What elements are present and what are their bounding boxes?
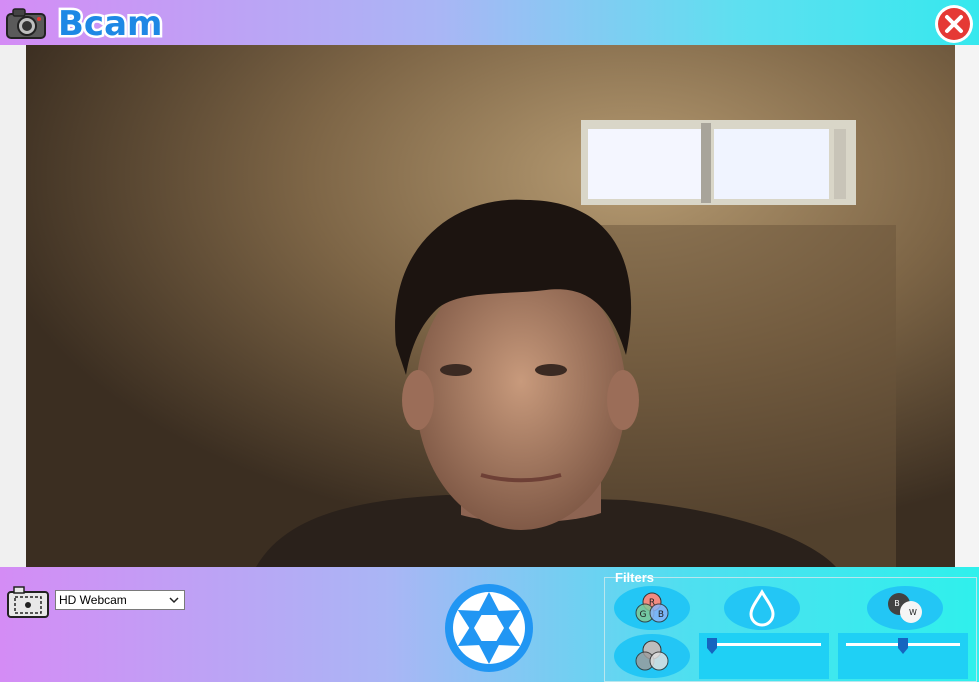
- close-icon: [938, 8, 970, 40]
- filters-legend: Filters: [615, 570, 655, 585]
- filters-group: Filters R G B B W: [604, 570, 977, 682]
- grayscale-filter-button[interactable]: [614, 634, 690, 678]
- camera-app-icon: [6, 8, 46, 39]
- black-white-icon: B W: [888, 593, 922, 623]
- close-button[interactable]: [935, 5, 973, 43]
- svg-text:G: G: [640, 610, 647, 620]
- chevron-down-icon: [169, 597, 179, 604]
- brightness-button[interactable]: [724, 586, 800, 630]
- water-drop-icon: [749, 589, 775, 627]
- camera-settings-icon[interactable]: [6, 585, 50, 619]
- webcam-image: [26, 45, 955, 567]
- svg-text:R: R: [649, 598, 655, 608]
- black-white-button[interactable]: B W: [867, 586, 943, 630]
- bcam-logo: Bcam: [56, 3, 165, 43]
- grayscale-icon: [635, 640, 669, 671]
- rgb-icon: R G B: [635, 592, 669, 623]
- svg-text:B: B: [658, 610, 664, 620]
- title-bar: Bcam: [0, 0, 979, 45]
- black-white-slider[interactable]: [838, 633, 968, 679]
- camera-device-value: HD Webcam: [59, 593, 127, 607]
- capture-button[interactable]: [443, 582, 535, 674]
- brightness-slider-thumb[interactable]: [707, 638, 717, 654]
- svg-text:W: W: [909, 608, 917, 617]
- black-white-slider-thumb[interactable]: [898, 638, 908, 654]
- webcam-preview: [26, 45, 955, 567]
- svg-text:B: B: [894, 599, 900, 608]
- brightness-slider-track: [707, 643, 821, 646]
- control-bar: HD Webcam Filters R G B B W: [0, 567, 979, 682]
- right-margin: [955, 45, 979, 567]
- brightness-slider[interactable]: [699, 633, 829, 679]
- rgb-filter-button[interactable]: R G B: [614, 586, 690, 630]
- svg-text:Bcam: Bcam: [58, 4, 162, 43]
- left-margin: [0, 45, 26, 567]
- camera-device-dropdown[interactable]: HD Webcam: [55, 590, 185, 610]
